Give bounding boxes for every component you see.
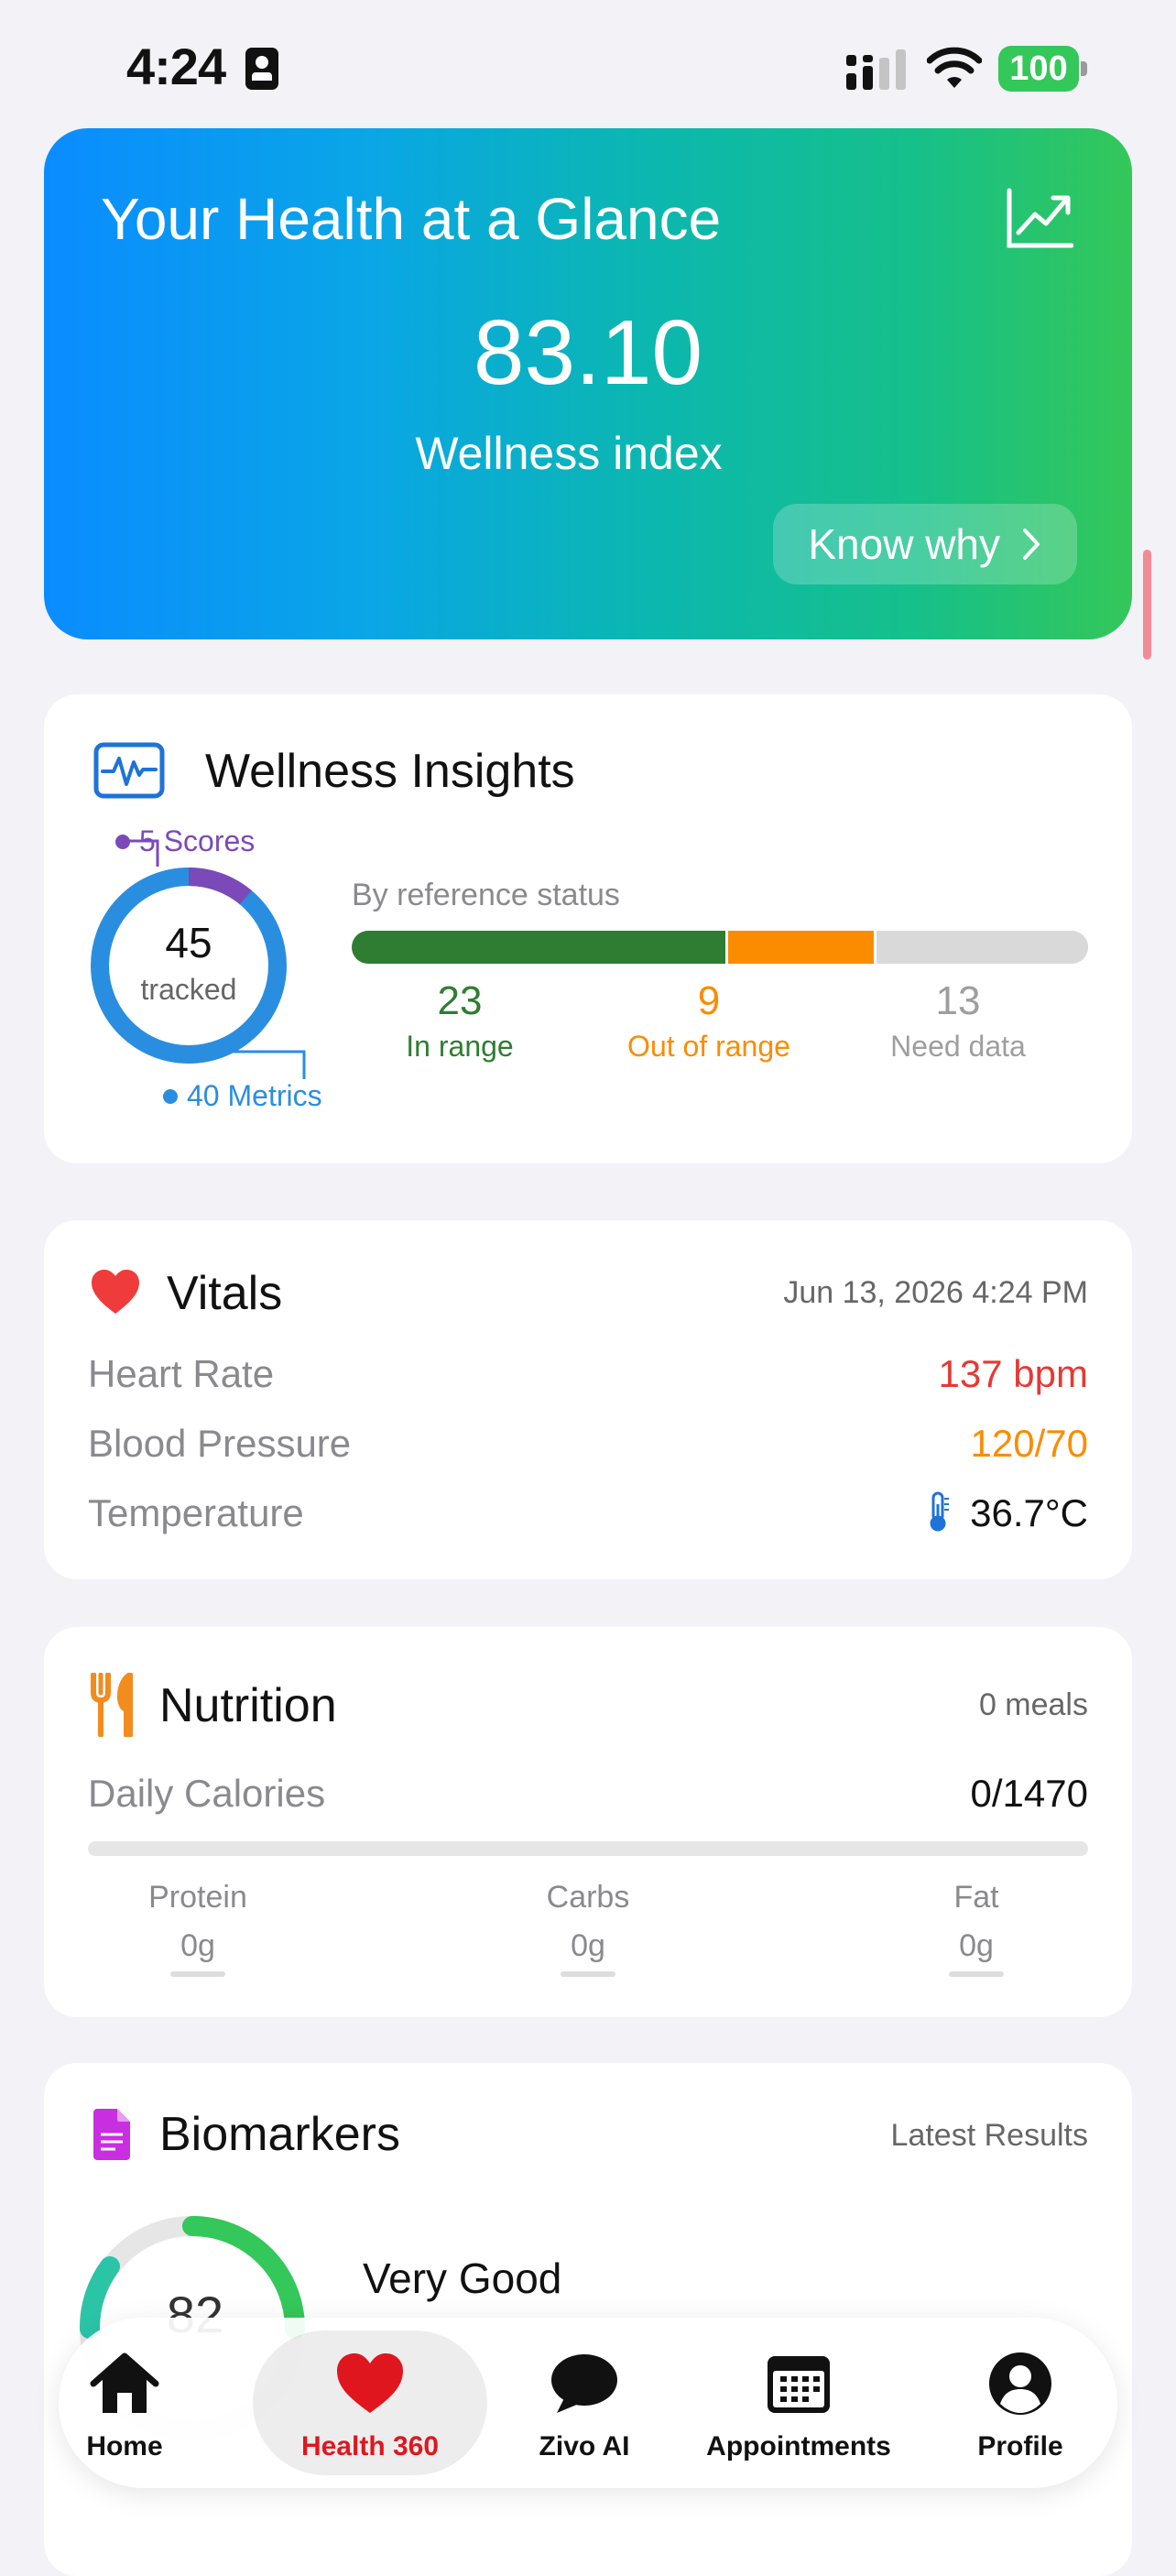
stat-need-data: 13 Need data <box>839 978 1077 1064</box>
know-why-label: Know why <box>808 520 1000 568</box>
trend-chart-icon[interactable] <box>1006 187 1073 249</box>
status-time: 4:24 <box>126 38 226 95</box>
daily-calories-value: 0/1470 <box>970 1772 1088 1815</box>
tab-appointments[interactable]: Appointments <box>687 2318 910 2488</box>
vitals-card[interactable]: Vitals Jun 13, 2026 4:24 PM Heart Rate 1… <box>44 1220 1132 1579</box>
activity-monitor-icon <box>93 742 165 799</box>
scores-legend: 5 Scores <box>115 824 255 858</box>
stat-label: Out of range <box>627 1030 790 1063</box>
tab-profile[interactable]: Profile <box>947 2318 1094 2488</box>
scores-label: 5 Scores <box>139 824 256 857</box>
vital-key: Temperature <box>88 1491 304 1534</box>
tab-label: Home <box>86 2431 163 2461</box>
metrics-legend: 40 Metrics <box>163 1079 322 1113</box>
macro-value: 0g <box>959 1928 994 1963</box>
bottom-tab-bar: Home Health 360 Zivo AI Appointments Pro… <box>59 2318 1117 2488</box>
daily-calories-label: Daily Calories <box>88 1772 326 1815</box>
wellness-hero-card: Your Health at a Glance 83.10 Wellness i… <box>44 128 1132 639</box>
vital-value: 36.7°C <box>970 1491 1088 1534</box>
profile-icon <box>989 2352 1051 2415</box>
chat-bubble-icon <box>551 2354 617 2413</box>
wifi-icon <box>927 47 982 88</box>
calories-progress-bar <box>88 1841 1088 1856</box>
vital-value: 120/70 <box>970 1422 1088 1465</box>
stat-value: 9 <box>697 978 721 1023</box>
heart-icon <box>92 1270 139 1314</box>
macro-name: Protein <box>148 1880 247 1915</box>
tab-home[interactable]: Home <box>59 2318 191 2488</box>
scroll-indicator[interactable] <box>1143 550 1151 660</box>
tab-label: Profile <box>977 2431 1063 2461</box>
tab-zivo-ai[interactable]: Zivo AI <box>513 2318 656 2488</box>
vital-value: 137 bpm <box>938 1352 1088 1395</box>
thermometer-icon <box>930 1491 950 1532</box>
macro-bar <box>170 1971 225 1977</box>
reference-status-bar <box>352 931 1088 964</box>
vital-key: Heart Rate <box>88 1352 275 1395</box>
wellness-insights-title: Wellness Insights <box>205 745 575 798</box>
macro-value: 0g <box>180 1928 215 1963</box>
status-bar: 4:24 100 <box>0 0 1176 128</box>
vitals-title: Vitals <box>167 1267 283 1320</box>
nutrition-card[interactable]: Nutrition 0 meals Daily Calories 0/1470 … <box>44 1627 1132 2017</box>
heart-icon <box>337 2353 403 2413</box>
macro-protein: Protein 0g <box>97 1880 299 1977</box>
macro-name: Fat <box>953 1880 999 1915</box>
tab-label: Appointments <box>706 2431 891 2461</box>
out-of-range-segment <box>727 931 877 964</box>
document-icon <box>93 2109 130 2160</box>
vital-key: Blood Pressure <box>88 1422 352 1465</box>
chevron-right-icon <box>1023 529 1040 560</box>
fork-knife-icon <box>91 1673 133 1737</box>
stat-in-range: 23 In range <box>341 978 579 1064</box>
biomarker-rating: Very Good <box>363 2254 562 2302</box>
reference-status-title: By reference status <box>352 878 620 912</box>
tab-health-360[interactable]: Health 360 <box>253 2318 487 2488</box>
home-icon <box>90 2352 159 2413</box>
battery-icon: 100 <box>998 46 1088 92</box>
latest-results-link[interactable]: Latest Results <box>891 2118 1088 2154</box>
macro-bar <box>949 1971 1004 1977</box>
macro-carbs: Carbs 0g <box>487 1880 689 1977</box>
macro-value: 0g <box>571 1928 605 1963</box>
metrics-dot <box>163 1088 178 1104</box>
wellness-insights-card[interactable]: Wellness Insights 5 Scores 45 tracked 40… <box>44 694 1132 1163</box>
in-range-segment <box>352 931 728 964</box>
macro-fat: Fat 0g <box>876 1880 1077 1977</box>
stat-value: 23 <box>437 978 483 1023</box>
id-card-icon <box>245 48 278 90</box>
stat-out-of-range: 9 Out of range <box>590 978 828 1064</box>
stat-label: Need data <box>890 1030 1026 1063</box>
vital-row-blood-pressure: Blood Pressure 120/70 <box>88 1422 1088 1477</box>
biomarkers-title: Biomarkers <box>159 2108 400 2161</box>
know-why-button[interactable]: Know why <box>773 504 1077 584</box>
tracked-label: tracked <box>140 973 237 1006</box>
wellness-index-value: 83.10 <box>473 301 703 404</box>
wellness-index-label: Wellness index <box>415 428 723 479</box>
metrics-label: 40 Metrics <box>187 1079 322 1112</box>
vital-row-heart-rate: Heart Rate 137 bpm <box>88 1352 1088 1407</box>
vital-value-wrap: 36.7°C <box>926 1491 1088 1535</box>
scores-dot <box>115 834 130 849</box>
vital-row-temperature: Temperature 36.7°C <box>88 1491 1088 1546</box>
tracked-count: 45 <box>165 919 212 966</box>
macro-bar <box>561 1971 615 1977</box>
hero-title: Your Health at a Glance <box>101 186 722 252</box>
vitals-timestamp: Jun 13, 2026 4:24 PM <box>783 1275 1088 1310</box>
nutrition-title: Nutrition <box>159 1679 337 1732</box>
stat-value: 13 <box>935 978 981 1023</box>
cellular-signal-icon <box>846 49 906 90</box>
tab-label: Zivo AI <box>539 2431 630 2461</box>
stat-label: In range <box>406 1030 514 1063</box>
tab-label: Health 360 <box>300 2431 440 2461</box>
calendar-icon <box>768 2356 830 2413</box>
macro-name: Carbs <box>546 1880 630 1915</box>
need-data-segment <box>877 931 1088 964</box>
meals-count: 0 meals <box>978 1687 1088 1722</box>
